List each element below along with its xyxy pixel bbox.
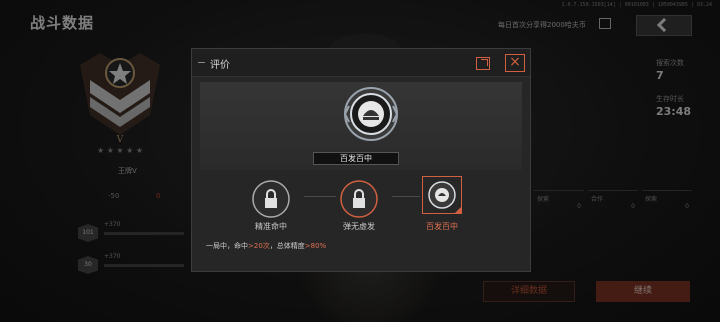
achievement-name: 百发百中	[426, 222, 458, 231]
achievement-criteria: 一局中，命中>20次，总体精度>80%	[206, 241, 326, 251]
medal-icon	[428, 181, 456, 209]
criteria-text: ，总体精度	[269, 242, 305, 250]
modal-title: 评价	[210, 60, 230, 71]
criteria-accuracy: >80%	[304, 242, 327, 250]
criteria-hits: >20次	[248, 242, 270, 250]
medal-icon	[343, 87, 399, 141]
achievement-connector	[392, 196, 420, 197]
selected-achievement[interactable]	[422, 176, 462, 214]
criteria-text: 一局中，命中	[206, 242, 248, 250]
lock-icon[interactable]	[248, 176, 294, 222]
achievement-name: 弹无虚发	[343, 222, 375, 231]
share-icon[interactable]	[476, 57, 490, 70]
modal-header: 评价 ×	[192, 49, 530, 77]
title-decoration	[198, 62, 205, 63]
featured-medal-name: 百发百中	[313, 152, 399, 165]
achievement-connector	[304, 196, 336, 197]
achievement-name: 精准命中	[255, 222, 287, 231]
lock-icon[interactable]	[336, 176, 382, 222]
close-button[interactable]: ×	[505, 54, 525, 72]
evaluation-modal: 评价 × 百发百中 精准命中 弹无虚发 百发百中 一局中，命中>20次，总体精度…	[191, 48, 531, 272]
